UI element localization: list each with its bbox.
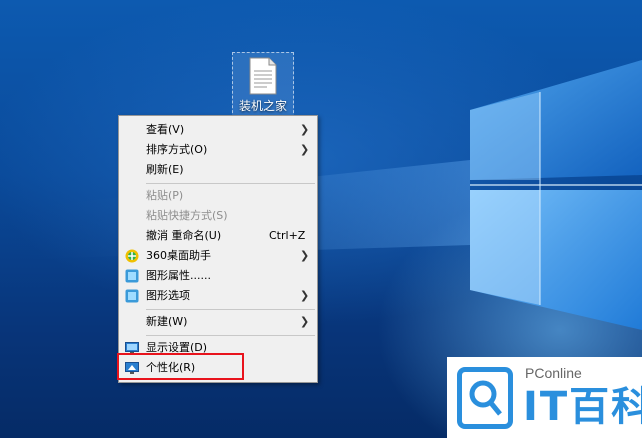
- menu-item-label: 刷新(E): [146, 163, 184, 176]
- menu-item-undo-rename[interactable]: 撤消 重命名(U) Ctrl+Z: [119, 226, 317, 246]
- chevron-right-icon: ❯: [300, 315, 310, 328]
- desktop[interactable]: 装机之家 查看(V) ❯ 排序方式(O) ❯ 刷新(E) 粘贴(P) 粘贴快捷方…: [0, 0, 642, 438]
- chevron-right-icon: ❯: [300, 289, 310, 302]
- magnifier-logo-icon: [457, 367, 513, 429]
- brand-small-text: PConline: [525, 365, 582, 381]
- desktop-file-icon[interactable]: 装机之家: [232, 52, 294, 118]
- menu-item-label: 图形属性......: [146, 269, 211, 282]
- menu-item-new[interactable]: 新建(W) ❯: [119, 312, 317, 332]
- menu-item-shortcut: Ctrl+Z: [269, 229, 306, 242]
- menu-item-label: 360桌面助手: [146, 249, 211, 262]
- menu-item-label: 新建(W): [146, 315, 188, 328]
- context-menu: 查看(V) ❯ 排序方式(O) ❯ 刷新(E) 粘贴(P) 粘贴快捷方式(S) …: [118, 115, 318, 383]
- menu-item-label: 图形选项: [146, 289, 190, 302]
- menu-item-graphics-options[interactable]: 图形选项 ❯: [119, 286, 317, 306]
- menu-separator: [146, 183, 315, 184]
- menu-item-view[interactable]: 查看(V) ❯: [119, 120, 317, 140]
- 360-icon: [125, 249, 139, 263]
- file-label: 装机之家: [238, 99, 287, 113]
- menu-item-refresh[interactable]: 刷新(E): [119, 160, 317, 180]
- menu-item-sort-by[interactable]: 排序方式(O) ❯: [119, 140, 317, 160]
- menu-item-label: 粘贴(P): [146, 189, 184, 202]
- graphics-options-icon: [125, 289, 139, 303]
- chevron-right-icon: ❯: [300, 249, 310, 262]
- menu-item-label: 查看(V): [146, 123, 185, 136]
- watermark-logo: PConline IT百科: [447, 357, 642, 438]
- highlight-annotation-box: [117, 353, 244, 380]
- menu-item-label: 粘贴快捷方式(S): [146, 209, 228, 222]
- menu-item-paste-shortcut[interactable]: 粘贴快捷方式(S): [119, 206, 317, 226]
- menu-item-label: 排序方式(O): [146, 143, 208, 156]
- menu-separator: [146, 309, 315, 310]
- menu-item-label: 撤消 重命名(U): [146, 229, 222, 242]
- brand-big-text: IT百科: [523, 384, 642, 430]
- chevron-right-icon: ❯: [300, 123, 310, 136]
- menu-item-360-desktop[interactable]: 360桌面助手 ❯: [119, 246, 317, 266]
- document-icon: [249, 57, 277, 95]
- graphics-properties-icon: [125, 269, 139, 283]
- menu-item-graphics-properties[interactable]: 图形属性......: [119, 266, 317, 286]
- menu-item-paste[interactable]: 粘贴(P): [119, 186, 317, 206]
- chevron-right-icon: ❯: [300, 143, 310, 156]
- menu-separator: [146, 335, 315, 336]
